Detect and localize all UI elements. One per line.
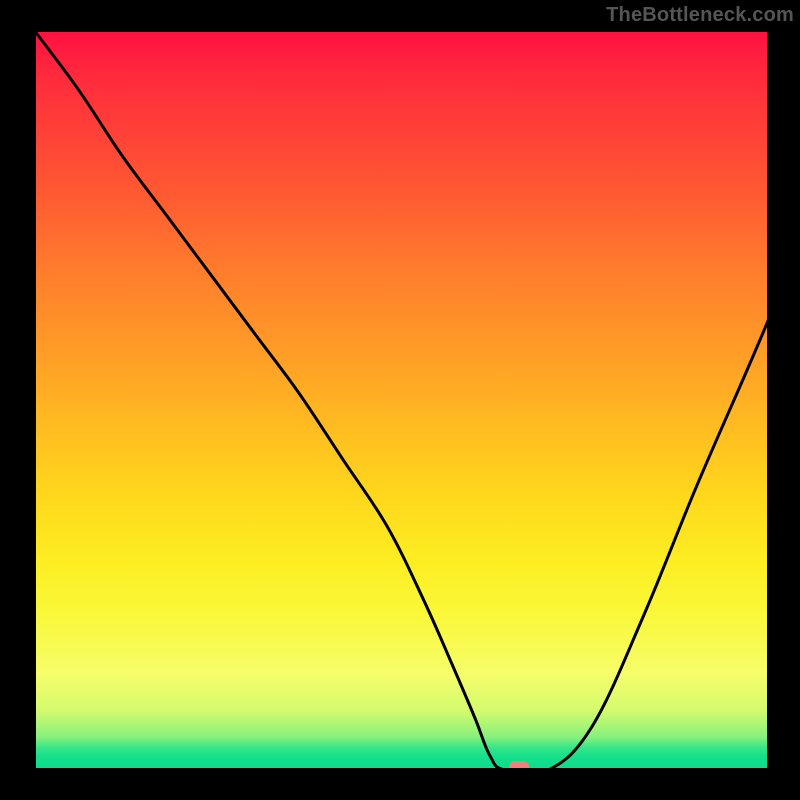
chart-root: TheBottleneck.com [0,0,800,800]
baseline [34,768,769,770]
curve-svg [34,30,769,770]
watermark: TheBottleneck.com [606,4,794,27]
plot-area [34,30,769,770]
bottleneck-curve [34,30,769,770]
